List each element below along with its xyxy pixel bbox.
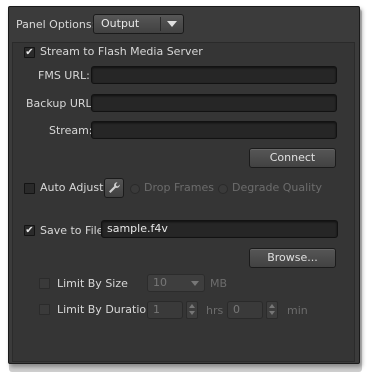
save-to-file-checkbox[interactable]: ✔ xyxy=(24,225,35,236)
wrench-icon[interactable] xyxy=(104,178,124,198)
stream-to-fms-label: Stream to Flash Media Server xyxy=(40,45,203,58)
drop-frames-label: Drop Frames xyxy=(144,181,214,194)
panel-options-selected: Output xyxy=(101,17,140,30)
limit-size-unit: MB xyxy=(210,277,228,290)
stepper-down-icon xyxy=(269,311,275,315)
limit-size-value: 10 xyxy=(153,276,167,289)
panel-options-dropdown[interactable]: Output xyxy=(93,14,184,34)
stepper-up-icon xyxy=(189,304,195,308)
stepper-down-icon xyxy=(189,311,195,315)
panel-options-label: Panel Options: xyxy=(16,18,96,31)
stream-name-field[interactable] xyxy=(91,121,337,139)
minutes-unit: min xyxy=(287,304,308,317)
encoding-options-panel: Panel Options: Output ✔ Stream to Flash … xyxy=(8,6,360,364)
chevron-down-icon xyxy=(191,281,199,286)
limit-by-size-label: Limit By Size xyxy=(57,277,128,290)
stream-to-fms-checkbox[interactable]: ✔ xyxy=(24,47,35,58)
hours-stepper[interactable] xyxy=(186,301,198,319)
auto-adjust-checkbox[interactable] xyxy=(24,183,35,194)
hours-field[interactable]: 1 xyxy=(147,301,183,319)
chevron-down-icon xyxy=(167,21,177,27)
limit-by-size-checkbox[interactable] xyxy=(39,278,50,289)
filename-field[interactable]: sample.f4v xyxy=(101,220,338,238)
degrade-quality-label: Degrade Quality xyxy=(232,181,323,194)
limit-by-duration-label: Limit By Duration xyxy=(57,303,154,316)
fms-url-field[interactable] xyxy=(91,66,337,84)
browse-button[interactable]: Browse... xyxy=(249,248,336,268)
fms-url-label: FMS URL: xyxy=(38,69,90,82)
backup-url-field[interactable] xyxy=(91,94,337,112)
save-to-file-label: Save to File xyxy=(40,224,104,237)
connect-button[interactable]: Connect xyxy=(249,148,336,168)
drop-frames-radio[interactable] xyxy=(130,184,140,194)
degrade-quality-radio[interactable] xyxy=(218,184,228,194)
dropdown-separator xyxy=(160,17,161,31)
auto-adjust-label: Auto Adjust xyxy=(40,181,104,194)
stream-label: Stream: xyxy=(49,124,93,137)
limit-size-dropdown[interactable]: 10 xyxy=(147,274,205,292)
hours-unit: hrs xyxy=(206,304,224,317)
checkmark-icon: ✔ xyxy=(25,47,34,58)
minutes-field[interactable]: 0 xyxy=(227,301,263,319)
backup-url-label: Backup URL: xyxy=(26,97,96,110)
limit-by-duration-checkbox[interactable] xyxy=(39,304,50,315)
checkmark-icon: ✔ xyxy=(25,225,34,236)
minutes-stepper[interactable] xyxy=(266,301,278,319)
stepper-up-icon xyxy=(269,304,275,308)
